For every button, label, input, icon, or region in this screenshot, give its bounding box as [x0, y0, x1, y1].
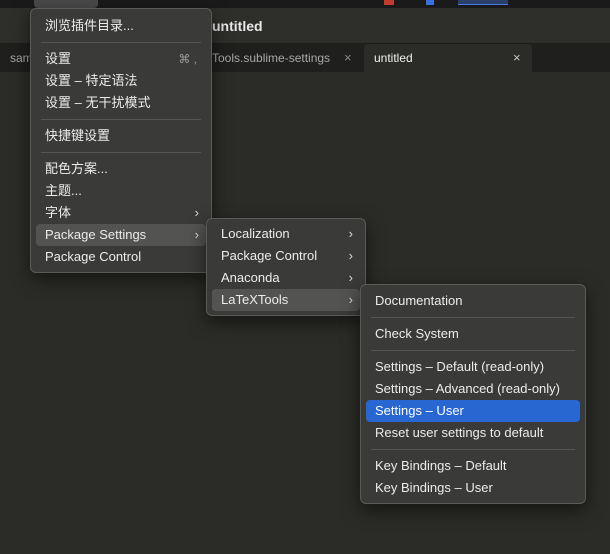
chevron-right-icon: ›	[194, 227, 199, 242]
package-settings-submenu: Localization › Package Control › Anacond…	[206, 218, 366, 316]
menu-item-package-settings[interactable]: Package Settings ›	[36, 224, 206, 246]
menu-item-label: 设置 – 特定语法	[45, 73, 138, 88]
system-menu-bar	[0, 0, 610, 8]
status-graph-icon[interactable]	[458, 0, 508, 5]
latextools-submenu: Documentation Check System Settings – De…	[360, 284, 586, 504]
menu-item-label: Settings – Advanced (read-only)	[375, 381, 560, 396]
menu-item-settings-user[interactable]: Settings – User	[366, 400, 580, 422]
window-title: untitled	[212, 18, 263, 34]
menu-item-label: 主题...	[45, 183, 82, 198]
menu-item-documentation[interactable]: Documentation	[361, 290, 585, 312]
menu-separator	[371, 449, 575, 450]
menu-item-label: 快捷键设置	[45, 128, 111, 143]
menu-item-label: Key Bindings – User	[375, 480, 493, 495]
menu-item-syntax-settings[interactable]: 设置 – 特定语法	[31, 70, 211, 92]
menu-separator	[41, 42, 201, 43]
shortcut-label: ⌘ ,	[178, 52, 197, 66]
menu-item-label: Reset user settings to default	[375, 425, 544, 440]
menu-separator	[371, 317, 575, 318]
tab-untitled[interactable]: untitled ×	[364, 44, 532, 72]
menu-item-label: Settings – Default (read-only)	[375, 359, 545, 374]
menu-item-label: Package Settings	[45, 227, 147, 242]
menubar-active-item[interactable]	[34, 0, 98, 8]
menu-item-label: 浏览插件目录...	[45, 18, 134, 33]
close-icon[interactable]: ×	[344, 50, 352, 65]
menu-item-label: Package Control	[45, 249, 142, 264]
menu-item-color-scheme[interactable]: 配色方案...	[31, 158, 211, 180]
menu-item-key-bindings[interactable]: 快捷键设置	[31, 125, 211, 147]
chevron-right-icon: ›	[348, 270, 353, 285]
menu-item-theme[interactable]: 主题...	[31, 180, 211, 202]
menu-item-label: Anaconda	[221, 270, 280, 285]
menu-item-anaconda[interactable]: Anaconda ›	[207, 267, 365, 289]
tab-label: Tools.sublime-settings	[212, 51, 331, 65]
menu-item-browse-packages[interactable]: 浏览插件目录...	[31, 15, 211, 37]
menu-item-key-bindings-default[interactable]: Key Bindings – Default	[361, 455, 585, 477]
menu-item-label: Settings – User	[375, 403, 464, 418]
tab-latextools-settings[interactable]: Tools.sublime-settings ×	[202, 44, 362, 72]
menu-item-key-bindings-user[interactable]: Key Bindings – User	[361, 477, 585, 499]
menu-item-label: 字体	[45, 205, 72, 220]
tab-label: untitled	[374, 51, 413, 65]
menu-item-reset-settings[interactable]: Reset user settings to default	[361, 422, 585, 444]
menu-item-label: Package Control	[221, 248, 318, 263]
menu-item-package-control[interactable]: Package Control	[31, 246, 211, 268]
menu-separator	[41, 152, 201, 153]
menu-item-latextools[interactable]: LaTeXTools ›	[212, 289, 360, 311]
menu-item-label: 设置 – 无干扰模式	[45, 95, 151, 110]
menu-item-distraction-free[interactable]: 设置 – 无干扰模式	[31, 92, 211, 114]
menu-item-label: 配色方案...	[45, 161, 108, 176]
menu-item-label: Localization	[221, 226, 290, 241]
close-icon[interactable]: ×	[513, 50, 521, 65]
menu-item-label: Key Bindings – Default	[375, 458, 507, 473]
menu-separator	[371, 350, 575, 351]
status-icon[interactable]	[384, 0, 394, 5]
tab-sam[interactable]: sam	[0, 44, 34, 72]
menu-item-settings-default[interactable]: Settings – Default (read-only)	[361, 356, 585, 378]
menu-item-package-control[interactable]: Package Control ›	[207, 245, 365, 267]
status-icon[interactable]	[426, 0, 434, 5]
preferences-menu: 浏览插件目录... 设置 ⌘ , 设置 – 特定语法 设置 – 无干扰模式 快捷…	[30, 8, 212, 273]
menu-item-label: LaTeXTools	[221, 292, 289, 307]
chevron-right-icon: ›	[348, 292, 353, 307]
chevron-right-icon: ›	[194, 205, 199, 220]
menu-item-label: 设置	[45, 51, 72, 66]
menu-item-label: Documentation	[375, 293, 463, 308]
chevron-right-icon: ›	[348, 248, 353, 263]
menu-item-settings-advanced[interactable]: Settings – Advanced (read-only)	[361, 378, 585, 400]
menu-separator	[41, 119, 201, 120]
menu-item-settings[interactable]: 设置 ⌘ ,	[31, 48, 211, 70]
menu-item-font[interactable]: 字体 ›	[31, 202, 211, 224]
chevron-right-icon: ›	[348, 226, 353, 241]
menu-item-check-system[interactable]: Check System	[361, 323, 585, 345]
menu-item-localization[interactable]: Localization ›	[207, 223, 365, 245]
menu-item-label: Check System	[375, 326, 459, 341]
